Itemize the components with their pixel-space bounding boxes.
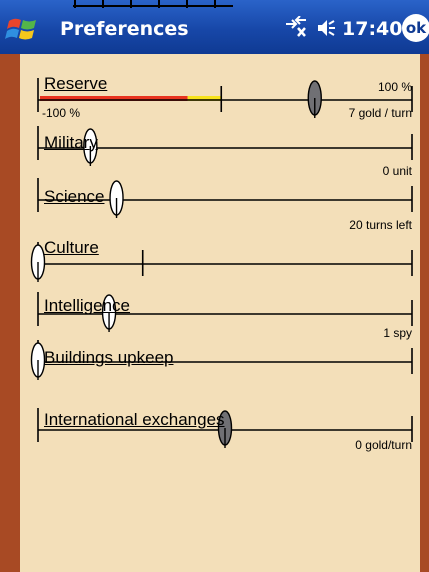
- slider-row-intelligence[interactable]: Intelligence 1 spy: [20, 288, 420, 348]
- slider-row-reserve[interactable]: Reserve 100 % -100 % 7 gold / turn: [20, 66, 420, 126]
- slider-row-international-exchanges[interactable]: International exchanges 0 gold/turn: [20, 406, 420, 466]
- slider-label: Science: [44, 187, 105, 206]
- app-title: Preferences: [60, 18, 189, 40]
- slider-secondary-value: 7 gold / turn: [348, 106, 412, 120]
- slider-row-buildings-upkeep[interactable]: Buildings upkeep: [20, 340, 420, 402]
- slider-label: Buildings upkeep: [44, 348, 174, 367]
- slider-value: 0 gold/turn: [355, 438, 412, 452]
- slider-min-label: -100 %: [42, 106, 81, 120]
- slider-value: 1 spy: [383, 326, 412, 340]
- title-bar: Preferences 17:40 ok: [0, 0, 429, 54]
- slider-label: Reserve: [44, 74, 108, 93]
- slider-value: 20 turns left: [349, 218, 412, 232]
- slider-value: 0 unit: [382, 164, 412, 178]
- ok-button[interactable]: ok: [402, 14, 429, 42]
- connectivity-icon[interactable]: [283, 16, 309, 38]
- slider-label: Military: [44, 133, 98, 152]
- slider-label: International exchanges: [44, 410, 225, 429]
- menu-tick-marks: [73, 0, 233, 8]
- slider-row-military[interactable]: Military 0 unit: [20, 126, 420, 186]
- slider-label: Culture: [44, 238, 99, 257]
- slider-label: Intelligence: [44, 296, 131, 315]
- preferences-panel: Reserve 100 % -100 % 7 gold / turn Milit…: [20, 54, 420, 572]
- slider-row-science[interactable]: Science 20 turns left: [20, 178, 420, 240]
- clock: 17:40: [342, 18, 403, 40]
- slider-value: 100 %: [377, 80, 412, 94]
- slider-row-culture[interactable]: Culture: [20, 234, 420, 294]
- volume-icon[interactable]: [316, 17, 338, 39]
- windows-start-icon[interactable]: [5, 12, 39, 44]
